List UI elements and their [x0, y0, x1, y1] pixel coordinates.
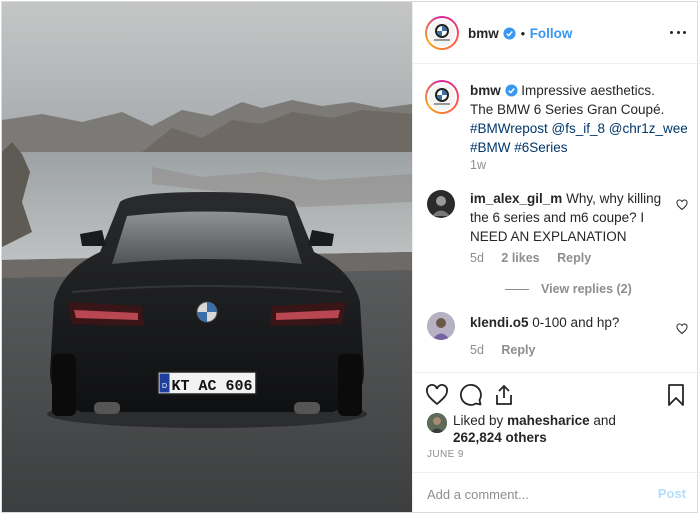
comment-text-line1: 0-100 and hp?: [532, 315, 620, 330]
comment-item: im_alex_gil_m Why, why killing the 6 ser…: [413, 184, 700, 296]
heart-icon[interactable]: [425, 383, 449, 407]
caption-username[interactable]: bmw: [470, 83, 501, 98]
liker-avatar[interactable]: [427, 413, 447, 433]
comment-username[interactable]: klendi.o5: [470, 315, 529, 330]
liked-by-and: and: [593, 413, 616, 428]
caption: bmw Impressive aesthetics. The BMW 6 Ser…: [413, 64, 700, 176]
avatar-image: [432, 196, 450, 216]
replies-divider: [505, 289, 529, 291]
comment-text-line3: NEED AN EXPLANATION: [470, 229, 627, 244]
post-date[interactable]: JUNE 9: [427, 449, 464, 460]
comment-username[interactable]: im_alex_gil_m: [470, 191, 562, 206]
hashtag-6series[interactable]: #6Series: [514, 140, 567, 155]
hashtag-bmw[interactable]: #BMW: [470, 140, 511, 155]
post-side-panel: bmw • Follow bmw Impressive aesthetics. …: [412, 2, 700, 514]
comment-text-line1: Why, why killing: [566, 191, 662, 206]
comments-list[interactable]: bmw Impressive aesthetics. The BMW 6 Ser…: [413, 64, 700, 372]
share-icon[interactable]: [492, 383, 516, 407]
car-photo-illustration: D KT AC 606: [2, 2, 412, 512]
plate-country-code: D: [162, 383, 167, 390]
bookmark-icon[interactable]: [664, 383, 688, 407]
post-photo[interactable]: D KT AC 606: [2, 2, 412, 512]
hashtag-bmwrepost[interactable]: #BMWrepost: [470, 121, 548, 136]
follow-button[interactable]: Follow: [530, 26, 573, 41]
commenter-avatar[interactable]: [427, 190, 455, 218]
verified-icon: [504, 84, 518, 97]
post-dialog: D KT AC 606 bmw • Follow bmw Impressive …: [1, 1, 700, 514]
header-separator: •: [520, 26, 526, 41]
avatar-image: [427, 312, 455, 340]
mention-chr1z-wee[interactable]: @chr1z_wee: [609, 121, 688, 136]
comment-time[interactable]: 5d: [470, 251, 484, 265]
view-replies-button[interactable]: View replies (2): [505, 282, 632, 296]
post-comment-button[interactable]: Post: [658, 486, 686, 501]
more-icon[interactable]: [670, 24, 686, 40]
add-comment-bar: Post: [413, 472, 700, 514]
caption-time[interactable]: 1w: [470, 158, 486, 172]
comment-icon[interactable]: [459, 383, 483, 407]
reply-button[interactable]: Reply: [501, 343, 535, 357]
likes-count[interactable]: 262,824 others: [453, 430, 547, 445]
commenter-avatar[interactable]: [427, 312, 455, 340]
mention-fs-if-8[interactable]: @fs_if_8: [552, 121, 605, 136]
post-header: bmw • Follow: [413, 2, 700, 64]
caption-text-line2: The BMW 6 Series Gran Coupé.: [470, 102, 665, 117]
avatar-image: [427, 413, 447, 433]
license-plate-text: KT AC 606: [171, 378, 252, 395]
bmw-logo-icon: [434, 24, 450, 41]
comment-time[interactable]: 5d: [470, 343, 484, 357]
reply-button[interactable]: Reply: [557, 251, 591, 265]
caption-avatar[interactable]: [425, 80, 459, 114]
comment-like-icon[interactable]: [676, 199, 688, 211]
comment-like-icon[interactable]: [676, 323, 688, 335]
liked-by-prefix: Liked by: [453, 413, 504, 428]
liked-by-user[interactable]: mahesharice: [507, 413, 590, 428]
comment-item: klendi.o5 0-100 and hp? 5d Reply: [413, 308, 700, 368]
post-actions: Liked by mahesharice and 262,824 others …: [413, 372, 700, 514]
likes-summary: Liked by mahesharice and 262,824 others: [453, 412, 688, 446]
bmw-avatar[interactable]: [425, 16, 459, 50]
comment-likes-count[interactable]: 2 likes: [501, 251, 539, 265]
caption-text-line1: Impressive aesthetics.: [521, 83, 655, 98]
header-username[interactable]: bmw: [468, 26, 499, 41]
add-comment-input[interactable]: [427, 484, 637, 504]
verified-icon: [503, 27, 516, 40]
bmw-logo-icon: [434, 88, 450, 105]
comment-text-line2: the 6 series and m6 coupe? I: [470, 210, 645, 225]
